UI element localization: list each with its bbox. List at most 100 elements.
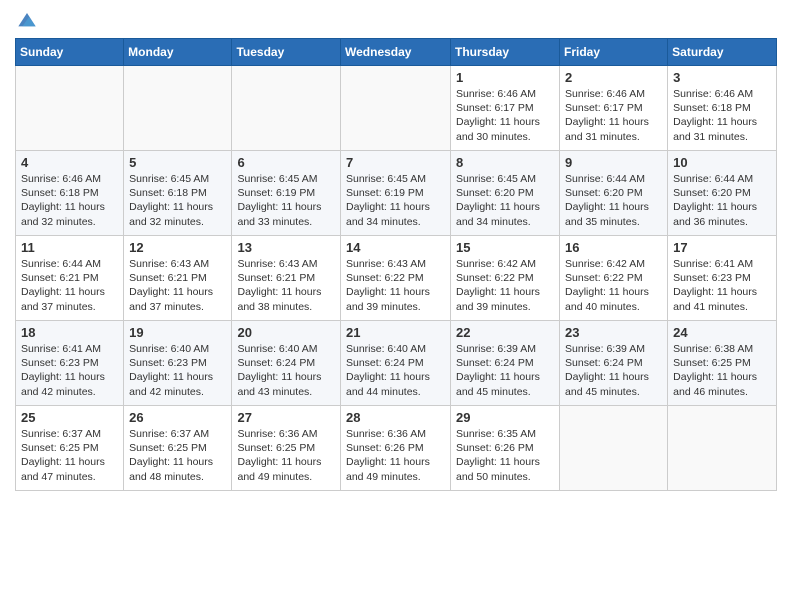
day-info: Sunrise: 6:45 AMSunset: 6:19 PMDaylight:… [237, 172, 335, 229]
calendar-dow-saturday: Saturday [668, 39, 777, 66]
calendar-cell: 3 Sunrise: 6:46 AMSunset: 6:18 PMDaylight… [668, 66, 777, 151]
day-number: 17 [673, 240, 771, 255]
day-info: Sunrise: 6:46 AMSunset: 6:17 PMDaylight:… [456, 87, 554, 144]
calendar-cell [232, 66, 341, 151]
day-number: 25 [21, 410, 118, 425]
day-info: Sunrise: 6:43 AMSunset: 6:22 PMDaylight:… [346, 257, 445, 314]
calendar-cell: 9 Sunrise: 6:44 AMSunset: 6:20 PMDaylight… [560, 151, 668, 236]
day-number: 29 [456, 410, 554, 425]
calendar-header: SundayMondayTuesdayWednesdayThursdayFrid… [16, 39, 777, 66]
calendar-cell: 18 Sunrise: 6:41 AMSunset: 6:23 PMDayligh… [16, 321, 124, 406]
day-info: Sunrise: 6:45 AMSunset: 6:18 PMDaylight:… [129, 172, 226, 229]
calendar-body: 1 Sunrise: 6:46 AMSunset: 6:17 PMDaylight… [16, 66, 777, 491]
calendar-cell [16, 66, 124, 151]
day-info: Sunrise: 6:45 AMSunset: 6:20 PMDaylight:… [456, 172, 554, 229]
calendar-cell [668, 406, 777, 491]
calendar-cell: 26 Sunrise: 6:37 AMSunset: 6:25 PMDayligh… [124, 406, 232, 491]
day-info: Sunrise: 6:40 AMSunset: 6:24 PMDaylight:… [237, 342, 335, 399]
day-number: 14 [346, 240, 445, 255]
day-number: 9 [565, 155, 662, 170]
calendar-cell: 14 Sunrise: 6:43 AMSunset: 6:22 PMDayligh… [341, 236, 451, 321]
calendar-cell: 19 Sunrise: 6:40 AMSunset: 6:23 PMDayligh… [124, 321, 232, 406]
calendar-cell: 29 Sunrise: 6:35 AMSunset: 6:26 PMDayligh… [451, 406, 560, 491]
day-number: 16 [565, 240, 662, 255]
calendar-cell: 27 Sunrise: 6:36 AMSunset: 6:25 PMDayligh… [232, 406, 341, 491]
calendar-cell: 2Sunrise: 6:46 AMSunset: 6:17 PMDaylight… [560, 66, 668, 151]
calendar-cell: 7Sunrise: 6:45 AMSunset: 6:19 PMDaylight… [341, 151, 451, 236]
calendar-dow-friday: Friday [560, 39, 668, 66]
day-number: 24 [673, 325, 771, 340]
calendar-table: SundayMondayTuesdayWednesdayThursdayFrid… [15, 38, 777, 491]
day-number: 3 [673, 70, 771, 85]
day-number: 10 [673, 155, 771, 170]
calendar-cell: 24 Sunrise: 6:38 AMSunset: 6:25 PMDayligh… [668, 321, 777, 406]
calendar-dow-monday: Monday [124, 39, 232, 66]
calendar-cell: 28 Sunrise: 6:36 AMSunset: 6:26 PMDayligh… [341, 406, 451, 491]
day-number: 23 [565, 325, 662, 340]
day-info: Sunrise: 6:46 AMSunset: 6:18 PMDaylight:… [21, 172, 118, 229]
calendar-cell: 23 Sunrise: 6:39 AMSunset: 6:24 PMDayligh… [560, 321, 668, 406]
day-info: Sunrise: 6:38 AMSunset: 6:25 PMDaylight:… [673, 342, 771, 399]
logo [15, 10, 37, 30]
day-info: Sunrise: 6:40 AMSunset: 6:23 PMDaylight:… [129, 342, 226, 399]
day-info: Sunrise: 6:35 AMSunset: 6:26 PMDaylight:… [456, 427, 554, 484]
day-info: Sunrise: 6:36 AMSunset: 6:26 PMDaylight:… [346, 427, 445, 484]
calendar-cell: 12 Sunrise: 6:43 AMSunset: 6:21 PMDayligh… [124, 236, 232, 321]
day-info: Sunrise: 6:42 AMSunset: 6:22 PMDaylight:… [565, 257, 662, 314]
day-number: 6 [237, 155, 335, 170]
calendar-cell: 5Sunrise: 6:45 AMSunset: 6:18 PMDaylight… [124, 151, 232, 236]
day-number: 13 [237, 240, 335, 255]
day-number: 19 [129, 325, 226, 340]
day-info: Sunrise: 6:44 AMSunset: 6:21 PMDaylight:… [21, 257, 118, 314]
day-info: Sunrise: 6:39 AMSunset: 6:24 PMDaylight:… [456, 342, 554, 399]
day-info: Sunrise: 6:43 AMSunset: 6:21 PMDaylight:… [129, 257, 226, 314]
day-number: 20 [237, 325, 335, 340]
calendar-cell: 22 Sunrise: 6:39 AMSunset: 6:24 PMDayligh… [451, 321, 560, 406]
calendar-cell: 6 Sunrise: 6:45 AMSunset: 6:19 PMDaylight… [232, 151, 341, 236]
calendar-cell: 10 Sunrise: 6:44 AMSunset: 6:20 PMDayligh… [668, 151, 777, 236]
day-info: Sunrise: 6:42 AMSunset: 6:22 PMDaylight:… [456, 257, 554, 314]
day-number: 27 [237, 410, 335, 425]
calendar-week-row: 1 Sunrise: 6:46 AMSunset: 6:17 PMDaylight… [16, 66, 777, 151]
day-number: 1 [456, 70, 554, 85]
day-info: Sunrise: 6:44 AMSunset: 6:20 PMDaylight:… [673, 172, 771, 229]
day-number: 15 [456, 240, 554, 255]
day-info: Sunrise: 6:46 AMSunset: 6:18 PMDaylight:… [673, 87, 771, 144]
calendar-cell: 15 Sunrise: 6:42 AMSunset: 6:22 PMDayligh… [451, 236, 560, 321]
calendar-cell [124, 66, 232, 151]
day-number: 18 [21, 325, 118, 340]
day-number: 28 [346, 410, 445, 425]
calendar-cell: 25Sunrise: 6:37 AMSunset: 6:25 PMDayligh… [16, 406, 124, 491]
calendar-dow-tuesday: Tuesday [232, 39, 341, 66]
calendar-dow-thursday: Thursday [451, 39, 560, 66]
day-number: 11 [21, 240, 118, 255]
day-info: Sunrise: 6:41 AMSunset: 6:23 PMDaylight:… [21, 342, 118, 399]
calendar-week-row: 25 Sunrise: 6:37 AMSunset: 6:25 PMDayligh… [16, 406, 777, 491]
day-info: Sunrise: 6:36 AMSunset: 6:25 PMDaylight:… [237, 427, 335, 484]
day-info: Sunrise: 6:40 AMSunset: 6:24 PMDaylight:… [346, 342, 445, 399]
day-info: Sunrise: 6:43 AMSunset: 6:21 PMDaylight:… [237, 257, 335, 314]
day-number: 22 [456, 325, 554, 340]
day-number: 21 [346, 325, 445, 340]
calendar-cell: 21 Sunrise: 6:40 AMSunset: 6:24 PMDayligh… [341, 321, 451, 406]
calendar-cell: 20 Sunrise: 6:40 AMSunset: 6:24 PMDayligh… [232, 321, 341, 406]
calendar-cell: 4 Sunrise: 6:46 AMSunset: 6:18 PMDaylight… [16, 151, 124, 236]
day-info: Sunrise: 6:45 AMSunset: 6:19 PMDaylight:… [346, 172, 445, 229]
day-number: 4 [21, 155, 118, 170]
day-number: 26 [129, 410, 226, 425]
calendar-cell: 13 Sunrise: 6:43 AMSunset: 6:21 PMDayligh… [232, 236, 341, 321]
calendar-week-row: 18 Sunrise: 6:41 AMSunset: 6:23 PMDayligh… [16, 321, 777, 406]
day-info: Sunrise: 6:41 AMSunset: 6:23 PMDaylight:… [673, 257, 771, 314]
day-info: Sunrise: 6:44 AMSunset: 6:20 PMDaylight:… [565, 172, 662, 229]
day-info: Sunrise: 6:37 AMSunset: 6:25 PMDaylight:… [129, 427, 226, 484]
calendar-week-row: 11 Sunrise: 6:44 AMSunset: 6:21 PMDayligh… [16, 236, 777, 321]
day-number: 12 [129, 240, 226, 255]
calendar-cell: 8Sunrise: 6:45 AMSunset: 6:20 PMDaylight… [451, 151, 560, 236]
calendar-dow-wednesday: Wednesday [341, 39, 451, 66]
page-header [15, 10, 777, 30]
calendar-header-row: SundayMondayTuesdayWednesdayThursdayFrid… [16, 39, 777, 66]
day-info: Sunrise: 6:46 AMSunset: 6:17 PMDaylight:… [565, 87, 662, 144]
calendar-cell: 11 Sunrise: 6:44 AMSunset: 6:21 PMDayligh… [16, 236, 124, 321]
calendar-cell [560, 406, 668, 491]
day-info: Sunrise: 6:39 AMSunset: 6:24 PMDaylight:… [565, 342, 662, 399]
